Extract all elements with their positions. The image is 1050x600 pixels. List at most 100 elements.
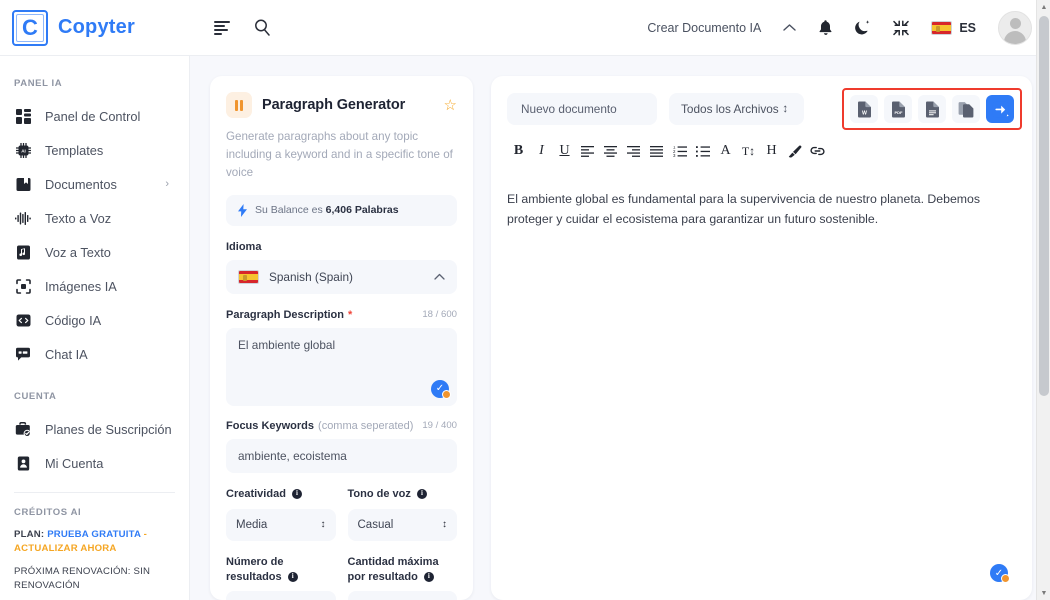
balance-value: 6,406 Palabras	[325, 204, 399, 217]
creativity-value: Media	[236, 518, 268, 531]
creativity-tone-row: Creatividad i Media ↕ Tono de voz i Casu…	[226, 487, 457, 541]
keywords-hint: (comma seperated)	[318, 419, 414, 432]
language-select[interactable]: Spanish (Spain)	[226, 259, 457, 294]
svg-text:W: W	[862, 110, 867, 116]
heading-button[interactable]: H	[760, 140, 783, 162]
document-text: El ambiente global es fundamental para l…	[507, 192, 981, 226]
scroll-down-arrow-icon[interactable]: ▼	[1037, 586, 1050, 600]
chevron-up-icon[interactable]	[783, 23, 797, 32]
sidebar-item-texto-a-voz[interactable]: Texto a Voz	[0, 201, 189, 235]
sidebar-divider	[14, 492, 175, 493]
info-icon[interactable]: i	[423, 571, 434, 582]
tone-select[interactable]: Casual ↕	[347, 508, 457, 541]
file-filter-select[interactable]: Todos los Archivos ↕	[669, 93, 804, 125]
sidebar-item-chat-ia[interactable]: Chat IA	[0, 337, 189, 371]
sidebar-item-documentos[interactable]: Documentos ›	[0, 167, 189, 201]
document-name-input[interactable]: Nuevo documento	[507, 93, 657, 125]
star-icon[interactable]: ☆	[444, 96, 457, 114]
credits-block: PLAN: PRUEBA GRATUITA - ACTUALIZAR AHORA…	[0, 528, 189, 593]
plan-dash: -	[143, 529, 148, 540]
sidebar-item-templates[interactable]: AI Templates	[0, 133, 189, 167]
grammarly-badge-icon[interactable]: ✓	[990, 564, 1010, 583]
create-document-button[interactable]: Crear Documento IA	[647, 21, 761, 35]
export-pdf-button[interactable]: PDF	[884, 95, 912, 123]
export-actions-group: W PDF	[842, 88, 1022, 130]
avatar[interactable]	[998, 10, 1032, 45]
ordered-list-button[interactable]: 123	[668, 140, 691, 162]
sidebar-item-codigo-ia[interactable]: Código IA	[0, 303, 189, 337]
align-justify-button[interactable]	[645, 140, 668, 162]
highlight-button[interactable]	[783, 140, 806, 162]
bell-icon[interactable]	[818, 19, 833, 36]
balance-text: Su Balance es 6,406 Palabras	[255, 204, 399, 216]
renewal-line: PRÓXIMA RENOVACIÓN: SIN RENOVACIÓN	[14, 565, 151, 591]
language-selector[interactable]: ES	[931, 20, 976, 35]
grammarly-badge-icon[interactable]: ✓	[431, 379, 451, 399]
page-title: Paragraph Generator	[262, 97, 406, 113]
editor-content-area[interactable]: El ambiente global es fundamental para l…	[491, 172, 1032, 600]
sidebar-item-label: Documentos	[45, 176, 117, 192]
underline-button[interactable]: U	[553, 140, 576, 162]
description-label-text: Paragraph Description	[226, 308, 344, 321]
sidebar-item-voz-a-texto[interactable]: Voz a Texto	[0, 235, 189, 269]
bolt-icon	[238, 203, 247, 217]
search-icon[interactable]	[254, 19, 271, 36]
moon-icon[interactable]	[855, 19, 871, 36]
plan-upgrade-link[interactable]: ACTUALIZAR AHORA	[14, 543, 117, 554]
brand-logo-area[interactable]: C Copyter	[0, 9, 190, 46]
tone-label-text: Tono de voz	[347, 487, 411, 500]
italic-button[interactable]: I	[530, 140, 553, 162]
paragraph-description-input[interactable]: El ambiente global ✓	[226, 327, 457, 406]
creativity-col: Creatividad i Media ↕	[226, 487, 336, 541]
align-center-button[interactable]	[599, 140, 622, 162]
plan-prefix: PLAN:	[14, 529, 45, 540]
updown-arrows-icon: ↕	[442, 518, 447, 530]
focus-keywords-input[interactable]: ambiente, ecoistema	[226, 438, 457, 473]
balance-banner: Su Balance es 6,406 Palabras	[226, 194, 457, 226]
results-col: Número de resultados i 1	[226, 555, 336, 600]
results-input[interactable]: 1	[226, 591, 336, 600]
bold-button[interactable]: B	[507, 140, 530, 162]
export-word-button[interactable]: W	[850, 95, 878, 123]
page-scrollbar[interactable]: ▲ ▼	[1036, 0, 1050, 600]
description-label-row: Paragraph Description * 18 / 600	[226, 309, 457, 321]
id-card-icon	[14, 454, 32, 472]
sidebar-item-label: Código IA	[45, 312, 102, 328]
info-icon[interactable]: i	[291, 489, 302, 499]
plan-name: PRUEBA GRATUITA	[47, 529, 141, 540]
sidebar-item-planes-de-suscripcion[interactable]: Planes de Suscripción	[0, 412, 189, 446]
font-size-button[interactable]: T↕	[737, 140, 760, 162]
paragraph-generator-panel: Paragraph Generator ☆ Generate paragraph…	[210, 76, 473, 600]
keywords-counter: 19 / 400	[422, 420, 457, 432]
export-text-button[interactable]	[918, 95, 946, 123]
header-right-icons: Crear Documento IA ES	[647, 10, 1050, 45]
compress-icon[interactable]	[893, 19, 910, 36]
info-icon[interactable]: i	[416, 489, 427, 499]
creativity-select[interactable]: Media ↕	[226, 508, 336, 541]
chevron-right-icon: ›	[165, 178, 169, 190]
scrollbar-thumb[interactable]	[1039, 16, 1049, 396]
language-field-label: Idioma	[226, 240, 262, 253]
menu-icon[interactable]	[214, 20, 230, 35]
spain-flag-icon	[238, 269, 259, 284]
generator-description: Generate paragraphs about any topic incl…	[226, 130, 453, 179]
sidebar-item-imagenes-ia[interactable]: Imágenes IA	[0, 269, 189, 303]
align-right-button[interactable]	[622, 140, 645, 162]
info-icon[interactable]: i	[287, 571, 298, 582]
sidebar-item-panel-de-control[interactable]: Panel de Control	[0, 99, 189, 133]
sidebar-item-label: Chat IA	[45, 346, 88, 362]
scroll-up-arrow-icon[interactable]: ▲	[1037, 0, 1050, 14]
link-button[interactable]	[806, 140, 829, 162]
maxlen-input[interactable]: 30	[347, 591, 457, 600]
save-document-button[interactable]	[986, 95, 1014, 123]
paragraph-bars-icon	[226, 92, 252, 118]
plan-line: PLAN: PRUEBA GRATUITA - ACTUALIZAR AHORA	[14, 528, 175, 556]
sidebar-item-label: Voz a Texto	[45, 244, 111, 260]
file-filter-value: Todos los Archivos	[681, 102, 779, 116]
font-color-button[interactable]: A	[714, 140, 737, 162]
copy-document-button[interactable]	[952, 95, 980, 123]
align-left-button[interactable]	[576, 140, 599, 162]
sidebar-item-mi-cuenta[interactable]: Mi Cuenta	[0, 446, 189, 480]
sidebar-item-label: Planes de Suscripción	[45, 421, 172, 437]
unordered-list-button[interactable]	[691, 140, 714, 162]
